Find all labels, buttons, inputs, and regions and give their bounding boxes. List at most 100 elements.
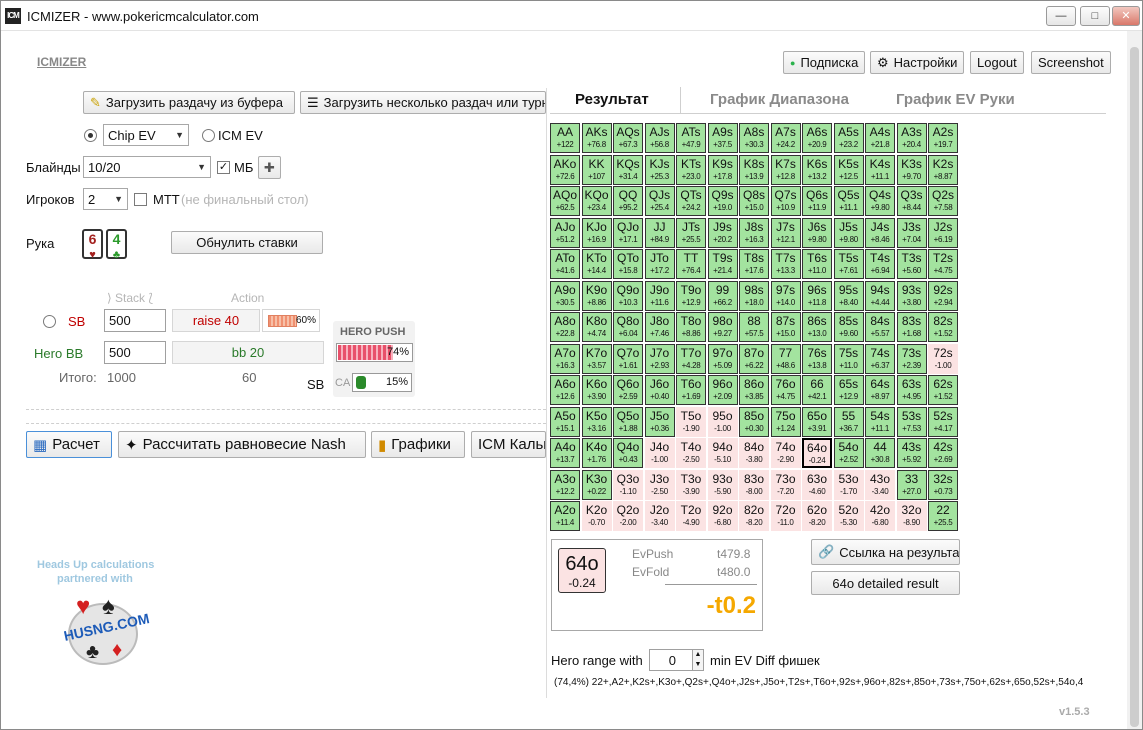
hand-cell[interactable]: Q7o +1.61 bbox=[613, 343, 643, 374]
hand-cell[interactable]: T4o -2.50 bbox=[676, 438, 706, 468]
hand-cell[interactable]: T6o +1.69 bbox=[676, 375, 706, 405]
subscription-button[interactable]: ● Подписка bbox=[783, 51, 866, 74]
logout-button[interactable]: Logout bbox=[970, 51, 1024, 74]
hand-cell[interactable]: 65s +12.9 bbox=[833, 375, 864, 405]
close-button[interactable]: ✕ bbox=[1112, 6, 1140, 26]
hand-cell[interactable]: 74s +6.37 bbox=[865, 343, 895, 374]
hand-cell[interactable]: Q5o +1.88 bbox=[613, 406, 643, 437]
tab-ev-chart[interactable]: График EV Руки bbox=[896, 91, 1015, 108]
bb-stack-input[interactable]: 500 bbox=[104, 341, 166, 364]
hand-cell[interactable]: 33 +27.0 bbox=[896, 469, 927, 500]
hand-cell[interactable]: 72o -11.0 bbox=[770, 501, 801, 531]
hand-cell[interactable]: 63s +4.95 bbox=[896, 375, 927, 405]
hand-cell[interactable]: 75s +11.0 bbox=[833, 343, 864, 374]
tab-range-chart[interactable]: График Диапазона bbox=[710, 91, 849, 108]
settings-button[interactable]: ⚙ Настройки bbox=[870, 51, 965, 74]
hand-cell[interactable]: J7s +12.1 bbox=[770, 217, 801, 248]
icm-ev-radio[interactable] bbox=[202, 129, 215, 142]
hand-cell[interactable]: QJo +17.1 bbox=[613, 217, 643, 248]
hand-cell[interactable]: JTo +17.2 bbox=[644, 249, 675, 279]
players-select[interactable]: 2 ▼ bbox=[83, 188, 128, 210]
hand-cell[interactable]: Q6o +2.59 bbox=[613, 375, 643, 405]
hand-cell[interactable]: K6o +3.90 bbox=[581, 375, 612, 405]
hand-cell[interactable]: J9o +11.6 bbox=[644, 280, 675, 311]
hand-cell[interactable]: QTs +24.2 bbox=[676, 186, 706, 216]
hand-cell[interactable]: 97o +5.09 bbox=[707, 343, 738, 374]
hand-cell[interactable]: T9s +21.4 bbox=[707, 249, 738, 279]
screenshot-button[interactable]: Screenshot bbox=[1031, 51, 1111, 74]
hand-cell[interactable]: A7o +16.3 bbox=[550, 343, 580, 374]
load-clipboard-button[interactable]: ✎ Загрузить раздачу из буфера bbox=[83, 91, 295, 114]
hand-cell[interactable]: A9o +30.5 bbox=[550, 280, 580, 311]
hand-cell[interactable]: 98s +18.0 bbox=[739, 280, 769, 311]
hand-cell[interactable]: 96s +11.8 bbox=[802, 280, 832, 311]
hand-cell[interactable]: T8s +17.6 bbox=[739, 249, 769, 279]
detailed-result-button[interactable]: 64o detailed result bbox=[811, 571, 960, 595]
hero-card-2[interactable]: 4 ♣ bbox=[106, 229, 127, 261]
hand-cell[interactable]: Q3s +8.44 bbox=[896, 186, 927, 216]
hand-cell[interactable]: A2s +19.7 bbox=[928, 123, 958, 153]
add-blinds-button[interactable]: ✚ bbox=[258, 156, 281, 179]
hand-cell[interactable]: QTo +15.8 bbox=[613, 249, 643, 279]
scrollbar-thumb[interactable] bbox=[1130, 47, 1139, 727]
hand-cell[interactable]: Q7s +10.9 bbox=[770, 186, 801, 216]
hand-cell[interactable]: JJ +84.9 bbox=[644, 217, 675, 248]
hand-cell[interactable]: 86o +3.85 bbox=[739, 375, 769, 405]
hand-cell[interactable]: J8s +16.3 bbox=[739, 217, 769, 248]
hand-cell[interactable]: J9s +20.2 bbox=[707, 217, 738, 248]
icm-calculator-button[interactable]: ICM Калькулятор bbox=[471, 431, 546, 458]
hand-cell[interactable]: 83o -8.00 bbox=[739, 469, 769, 500]
hand-cell[interactable]: 73s +2.39 bbox=[896, 343, 927, 374]
hand-cell[interactable]: 64s +8.97 bbox=[865, 375, 895, 405]
hand-cell[interactable]: Q3o -1.10 bbox=[613, 469, 643, 500]
chip-ev-radio[interactable] bbox=[84, 129, 97, 142]
hand-cell[interactable]: 87s +15.0 bbox=[770, 312, 801, 342]
hand-cell[interactable]: K3s +9.70 bbox=[896, 154, 927, 185]
hand-cell[interactable]: QQ +95.2 bbox=[613, 186, 643, 216]
hand-cell[interactable]: AKo +72.6 bbox=[550, 154, 580, 185]
hand-cell[interactable]: QJs +25.4 bbox=[644, 186, 675, 216]
hand-cell[interactable]: K8o +4.74 bbox=[581, 312, 612, 342]
hand-cell[interactable]: Q9o +10.3 bbox=[613, 280, 643, 311]
hand-cell[interactable]: A6o +12.6 bbox=[550, 375, 580, 405]
maximize-button[interactable]: □ bbox=[1080, 6, 1110, 26]
hand-cell[interactable]: 32o -8.90 bbox=[896, 501, 927, 531]
hand-cell[interactable]: 55 +36.7 bbox=[833, 406, 864, 437]
hand-cell[interactable]: 54s +11.1 bbox=[865, 406, 895, 437]
hand-cell[interactable]: A4o +13.7 bbox=[550, 438, 580, 468]
min-ev-stepper[interactable]: ▲ ▼ bbox=[692, 649, 704, 671]
hand-cell[interactable]: Q4o +0.43 bbox=[613, 438, 643, 468]
hand-cell[interactable]: 93o -5.90 bbox=[707, 469, 738, 500]
hand-cell[interactable]: K3o +0.22 bbox=[581, 469, 612, 500]
nash-button[interactable]: ✦ Рассчитать равновесие Nash bbox=[118, 431, 366, 458]
hand-cell[interactable]: 76s +13.8 bbox=[802, 343, 832, 374]
hand-cell[interactable]: Q5s +11.1 bbox=[833, 186, 864, 216]
hand-cell[interactable]: Q2s +7.58 bbox=[928, 186, 958, 216]
hand-cell[interactable]: 22 +25.5 bbox=[928, 501, 958, 531]
reset-bets-button[interactable]: Обнулить ставки bbox=[171, 231, 323, 254]
hand-cell[interactable]: 32s +0.73 bbox=[928, 469, 958, 500]
hand-cell[interactable]: 82o -8.20 bbox=[739, 501, 769, 531]
hand-cell[interactable]: K2s +8.87 bbox=[928, 154, 958, 185]
hand-cell[interactable]: J5o +0.36 bbox=[644, 406, 675, 437]
hand-cell[interactable]: 87o +6.22 bbox=[739, 343, 769, 374]
load-multiple-button[interactable]: ☰ Загрузить несколько раздач или турнир bbox=[300, 91, 546, 114]
hand-cell[interactable]: 42o -6.80 bbox=[865, 501, 895, 531]
hand-cell[interactable]: J4o -1.00 bbox=[644, 438, 675, 468]
hand-cell[interactable]: 85o +0.30 bbox=[739, 406, 769, 437]
share-link-button[interactable]: 🔗 Ссылка на результат bbox=[811, 539, 960, 565]
hand-cell[interactable]: 52s +4.17 bbox=[928, 406, 958, 437]
hand-cell[interactable]: T7s +13.3 bbox=[770, 249, 801, 279]
bb-action-box[interactable]: bb 20 bbox=[172, 341, 324, 364]
hand-cell[interactable]: AQs +67.3 bbox=[613, 123, 643, 153]
hand-cell[interactable]: 99 +66.2 bbox=[707, 280, 738, 311]
hand-cell[interactable]: T4s +6.94 bbox=[865, 249, 895, 279]
hand-cell[interactable]: J6s +9.80 bbox=[802, 217, 832, 248]
hand-cell[interactable]: KJo +16.9 bbox=[581, 217, 612, 248]
hand-cell[interactable]: AJo +51.2 bbox=[550, 217, 580, 248]
hand-cell[interactable]: Q4s +9.80 bbox=[865, 186, 895, 216]
hand-cell[interactable]: A8o +22.8 bbox=[550, 312, 580, 342]
hand-cell[interactable]: ATs +47.9 bbox=[676, 123, 706, 153]
hand-cell[interactable]: 54o +2.52 bbox=[833, 438, 864, 468]
hand-cell[interactable]: 84o -3.80 bbox=[739, 438, 769, 468]
